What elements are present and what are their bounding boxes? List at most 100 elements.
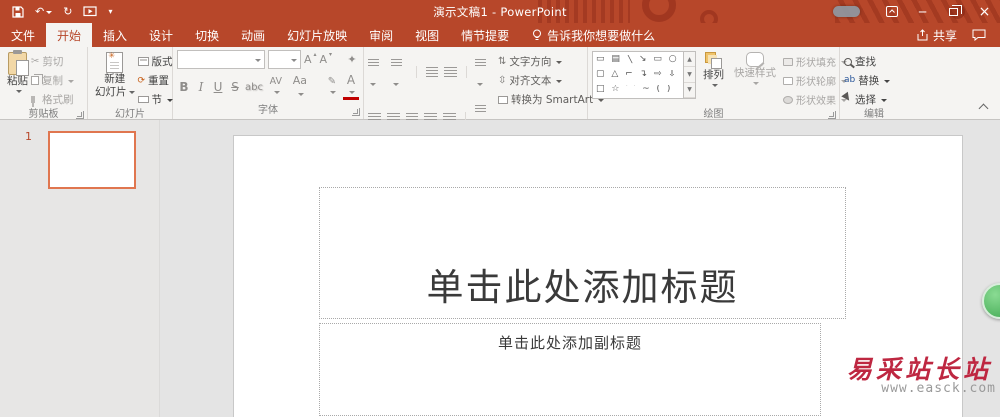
highlight-pen-icon[interactable]: ✎ (324, 76, 340, 98)
slide-thumbnail-panel: 1 (0, 120, 160, 417)
tell-me-box[interactable]: 告诉我你想要做什么 (520, 23, 667, 47)
copy-button[interactable]: 复制 (31, 73, 74, 88)
format-painter-button[interactable]: 格式刷 (31, 92, 74, 107)
scissors-icon: ✂ (31, 55, 40, 67)
reset-icon: ⟳ (137, 75, 146, 86)
restore-button[interactable] (938, 0, 969, 23)
bullets-button[interactable] (368, 53, 385, 91)
share-button[interactable]: 共享 (916, 27, 957, 44)
tab-view[interactable]: 视图 (404, 23, 450, 47)
customize-qat-icon[interactable]: ▾ (108, 7, 112, 16)
font-size-combobox[interactable] (268, 50, 301, 69)
shape-effects-label: 形状效果 (796, 96, 836, 107)
font-name-combobox[interactable] (177, 50, 266, 69)
new-slide-button[interactable]: 新建 幻灯片 (92, 50, 138, 107)
ribbon-display-options-icon[interactable] (876, 0, 907, 23)
save-icon[interactable] (12, 5, 24, 18)
layout-icon (137, 57, 149, 66)
text-direction-label: 文字方向 (509, 56, 552, 68)
cut-button[interactable]: ✂ 剪切 (31, 54, 74, 69)
tab-insert[interactable]: 插入 (92, 23, 138, 47)
shape-effects-button[interactable]: 形状效果 (783, 92, 847, 107)
find-button[interactable]: 查找 (844, 54, 890, 69)
redo-icon[interactable]: ↻ (63, 6, 72, 17)
tab-transitions[interactable]: 切换 (184, 23, 230, 47)
align-text-caret-icon (556, 79, 563, 86)
italic-button[interactable]: I (194, 80, 208, 94)
decrease-indent-icon[interactable] (426, 67, 439, 77)
tab-home[interactable]: 开始 (46, 23, 93, 47)
title-placeholder[interactable]: 单击此处添加标题 (319, 187, 846, 319)
arrange-icon (705, 52, 722, 69)
section-label: 节 (151, 94, 163, 106)
shapes-row: ▢ △ ⌐ ↴ ⇨ ⇩ (596, 70, 678, 80)
line-spacing-button[interactable] (475, 53, 492, 91)
tab-animations[interactable]: 动画 (230, 23, 276, 47)
ribbon-tab-row: 文件 开始 插入 设计 切换 动画 幻灯片放映 审阅 视图 情节提要 告诉我你想… (0, 23, 1000, 47)
paste-button[interactable]: 粘贴 (4, 50, 31, 107)
tab-file[interactable]: 文件 (0, 23, 46, 47)
cut-label: 剪切 (42, 56, 64, 68)
shape-outline-label: 形状轮廓 (796, 77, 836, 88)
font-color-button[interactable]: A (343, 74, 359, 100)
shape-fill-button[interactable]: 形状填充 (783, 54, 847, 69)
paste-caret-icon (15, 90, 22, 96)
group-editing: 查找 替换 选择 编辑 (840, 47, 908, 120)
numbering-icon (390, 59, 402, 68)
tab-design[interactable]: 设计 (138, 23, 184, 47)
shape-outline-button[interactable]: 形状轮廓 (783, 73, 847, 88)
character-spacing-button[interactable]: AV (266, 76, 286, 98)
font-dialog-launcher-icon[interactable] (352, 108, 360, 116)
text-shadow-button[interactable]: abc (245, 82, 263, 93)
tab-slideshow[interactable]: 幻灯片放映 (276, 23, 358, 47)
change-case-button[interactable]: Aa (289, 74, 311, 100)
underline-button[interactable]: U (211, 80, 225, 94)
shapes-gallery[interactable]: ▭ ▤ ╲ ↘ ▭ ○ ▢ △ ⌐ ↴ ⇨ ⇩ □ ☆ ⌒ ~ ( ) (592, 51, 684, 99)
account-avatar[interactable] (833, 6, 860, 17)
line-spacing-caret-icon (477, 83, 484, 89)
bold-button[interactable]: B (177, 80, 191, 94)
format-painter-label: 格式刷 (42, 94, 74, 106)
ribbon: 粘贴 ✂ 剪切 复制 格式刷 剪贴板 ✳ 新建 幻灯片 版式 ⟳ 重置 节 幻灯… (0, 47, 1000, 150)
bullets-caret-icon (370, 83, 376, 89)
comments-icon[interactable] (972, 29, 986, 41)
copy-caret-icon (68, 79, 74, 86)
copy-icon (31, 74, 43, 85)
font-color-caret-icon (349, 90, 355, 97)
slide-thumbnail-1[interactable] (48, 131, 136, 189)
shapes-scroll-up-icon[interactable]: ▲ (684, 52, 695, 68)
search-icon (844, 57, 852, 66)
powerpoint-window: ↶ ↻ ▾ 演示文稿1 - PowerPoint ─ × 文件 开始 插入 设计… (0, 0, 1000, 417)
collapse-ribbon-icon[interactable] (978, 103, 989, 114)
separator (465, 66, 467, 78)
drawing-dialog-launcher-icon[interactable] (828, 111, 836, 119)
replace-button[interactable]: 替换 (844, 73, 891, 88)
clipboard-dialog-launcher-icon[interactable] (76, 111, 84, 119)
tab-storyboarding[interactable]: 情节提要 (450, 23, 520, 47)
separator (416, 66, 418, 78)
subtitle-placeholder[interactable]: 单击此处添加副标题 (319, 323, 821, 416)
increase-font-size-button[interactable]: A (304, 51, 317, 66)
shapes-gallery-scrollbar: ▲ ▼ ▼ (684, 51, 696, 99)
arrange-button[interactable]: 排列 (700, 50, 727, 107)
select-button[interactable]: 选择 (841, 91, 890, 107)
shapes-gallery-more-icon[interactable]: ▼ (684, 83, 695, 98)
select-label: 选择 (855, 94, 876, 106)
start-slideshow-icon[interactable] (83, 5, 98, 18)
shapes-scroll-down-icon[interactable]: ▼ (684, 67, 695, 83)
tab-review[interactable]: 审阅 (358, 23, 404, 47)
close-button[interactable]: × (969, 0, 1000, 23)
minimize-button[interactable]: ─ (907, 0, 938, 23)
increase-indent-icon[interactable] (444, 67, 457, 77)
quick-styles-button[interactable]: 快速样式 (731, 50, 779, 107)
decrease-font-size-button[interactable]: A (320, 51, 333, 66)
clear-formatting-icon[interactable]: ✦ (345, 53, 359, 66)
section-icon (137, 96, 149, 103)
undo-icon[interactable]: ↶ (35, 6, 53, 17)
copy-label: 复制 (42, 75, 63, 87)
share-label: 共享 (932, 28, 957, 43)
tell-me-label: 告诉我你想要做什么 (547, 28, 656, 43)
strikethrough-button[interactable]: S (228, 80, 242, 94)
arrange-caret-icon (711, 84, 718, 90)
numbering-button[interactable] (390, 53, 408, 91)
